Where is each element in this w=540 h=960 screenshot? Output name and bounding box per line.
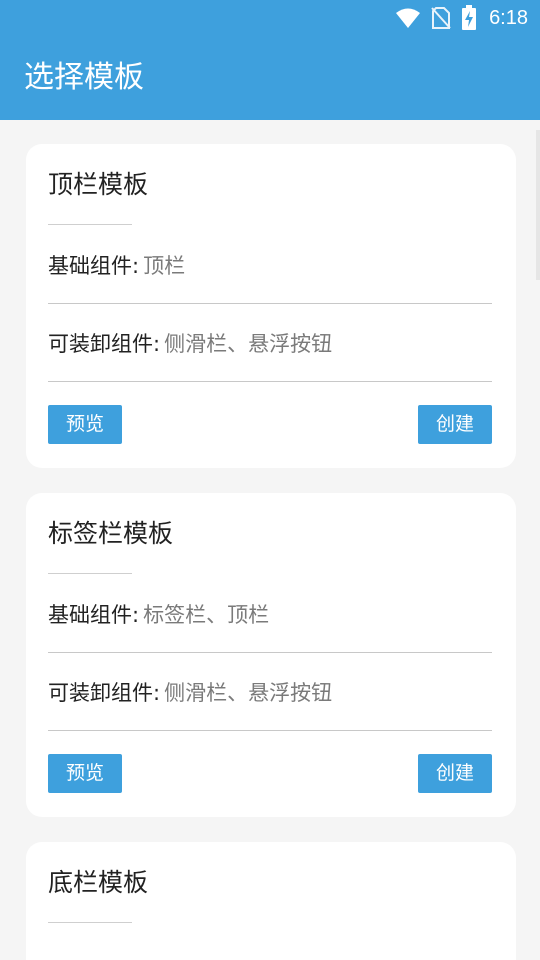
card-title: 标签栏模板: [48, 519, 174, 548]
battery-charging-icon: [461, 5, 477, 31]
optional-components-label: 可装卸组件:: [48, 332, 161, 356]
base-components-row: 基础组件: 标签栏、顶栏: [48, 600, 492, 630]
row-divider: [48, 303, 492, 304]
page-title: 选择模板: [24, 60, 144, 95]
template-card-bottom-bar: 底栏模板: [26, 842, 516, 960]
preview-button[interactable]: 预览: [48, 405, 122, 444]
title-divider: [48, 224, 132, 225]
title-divider: [48, 573, 132, 574]
title-divider: [48, 922, 132, 923]
card-title: 顶栏模板: [48, 170, 149, 199]
scrollbar[interactable]: [536, 130, 540, 280]
app-bar: 6:18 选择模板: [0, 0, 540, 120]
optional-components-row: 可装卸组件: 侧滑栏、悬浮按钮: [48, 678, 492, 708]
status-time: 6:18: [489, 6, 528, 29]
optional-components-value: 侧滑栏、悬浮按钮: [164, 681, 333, 705]
optional-components-label: 可装卸组件:: [48, 681, 161, 705]
create-button[interactable]: 创建: [418, 405, 492, 444]
row-divider: [48, 381, 492, 382]
base-components-row: 基础组件: 顶栏: [48, 251, 492, 281]
no-sim-icon: [431, 6, 451, 30]
create-button[interactable]: 创建: [418, 754, 492, 793]
row-divider: [48, 652, 492, 653]
optional-components-value: 侧滑栏、悬浮按钮: [164, 332, 333, 356]
card-title: 底栏模板: [48, 868, 149, 897]
status-bar: 6:18: [0, 0, 540, 36]
template-card-tab-bar: 标签栏模板 基础组件: 标签栏、顶栏 可装卸组件: 侧滑栏、悬浮按钮 预览 创建: [26, 493, 516, 817]
base-components-label: 基础组件:: [48, 254, 140, 278]
row-divider: [48, 730, 492, 731]
preview-button[interactable]: 预览: [48, 754, 122, 793]
template-card-top-bar: 顶栏模板 基础组件: 顶栏 可装卸组件: 侧滑栏、悬浮按钮 预览 创建: [26, 144, 516, 468]
template-list[interactable]: 顶栏模板 基础组件: 顶栏 可装卸组件: 侧滑栏、悬浮按钮 预览 创建 标签栏模板 …: [0, 120, 540, 960]
status-icons: 6:18: [395, 5, 528, 31]
optional-components-row: 可装卸组件: 侧滑栏、悬浮按钮: [48, 329, 492, 359]
base-components-label: 基础组件:: [48, 603, 140, 627]
wifi-icon: [395, 7, 421, 29]
base-components-value: 顶栏: [143, 254, 186, 278]
base-components-value: 标签栏、顶栏: [143, 603, 270, 627]
